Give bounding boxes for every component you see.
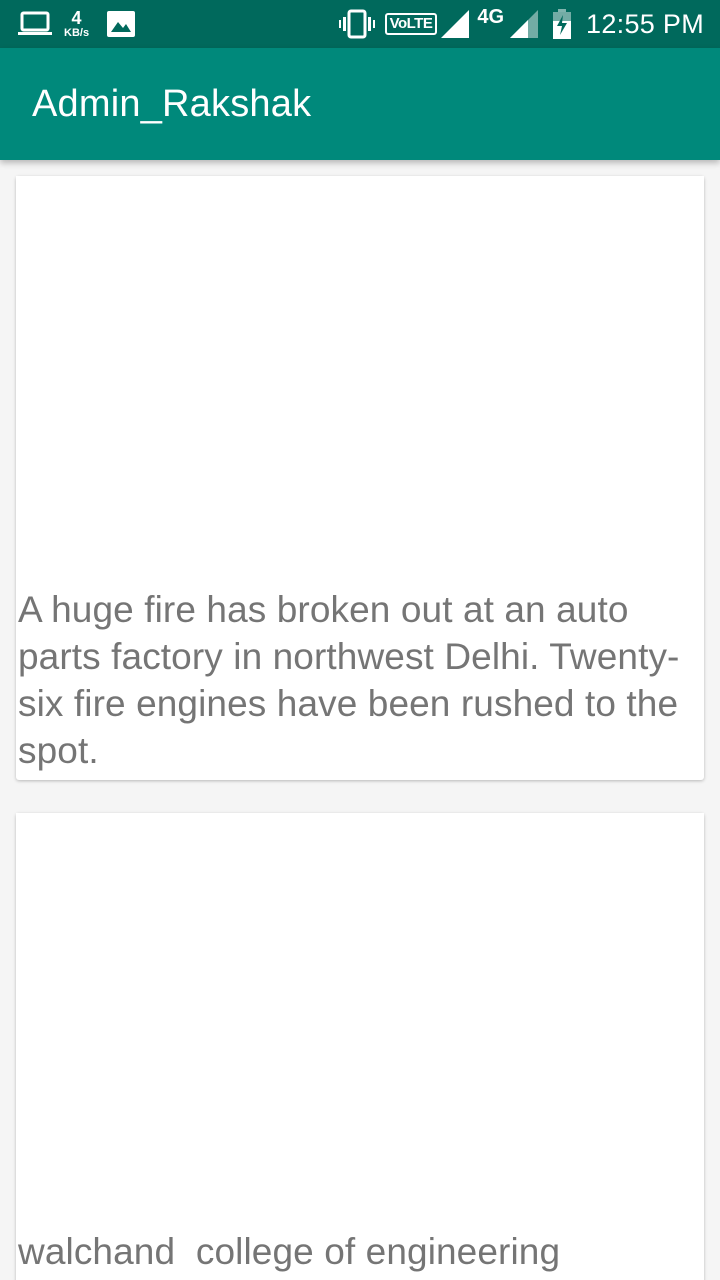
news-card-text: walchand college of engineering: [18, 1231, 561, 1272]
status-bar-right: VoLTE 4G 12:55 PM: [338, 0, 720, 48]
battery-charging-icon: [552, 9, 572, 39]
net-speed-value: 4: [71, 8, 82, 28]
news-card-text: A huge fire has broken out at an auto pa…: [18, 589, 680, 771]
news-card[interactable]: walchand college of engineering: [16, 813, 704, 1280]
status-bar-left: 4 KB/s: [0, 0, 136, 48]
volte-icon: VoLTE: [384, 13, 438, 35]
news-card[interactable]: A huge fire has broken out at an auto pa…: [16, 176, 704, 780]
news-feed[interactable]: A huge fire has broken out at an auto pa…: [0, 160, 720, 1280]
news-card-image: [16, 813, 704, 1228]
vibrate-icon: [338, 9, 375, 39]
laptop-icon: [18, 11, 52, 37]
net-speed-unit: KB/s: [64, 27, 90, 39]
clock: 12:55 PM: [586, 8, 704, 39]
network-type-label: 4G: [477, 5, 505, 28]
signal-icon: [510, 10, 539, 38]
status-bar: 4 KB/s VoLTE 4G 12:55 PM: [0, 0, 720, 48]
news-card-image: [16, 176, 704, 586]
image-icon: [107, 11, 136, 37]
app-title: Admin_Rakshak: [32, 82, 312, 125]
app-bar: Admin_Rakshak: [0, 48, 720, 160]
net-speed-indicator: 4 KB/s: [64, 9, 89, 39]
signal-icon: [441, 10, 470, 38]
